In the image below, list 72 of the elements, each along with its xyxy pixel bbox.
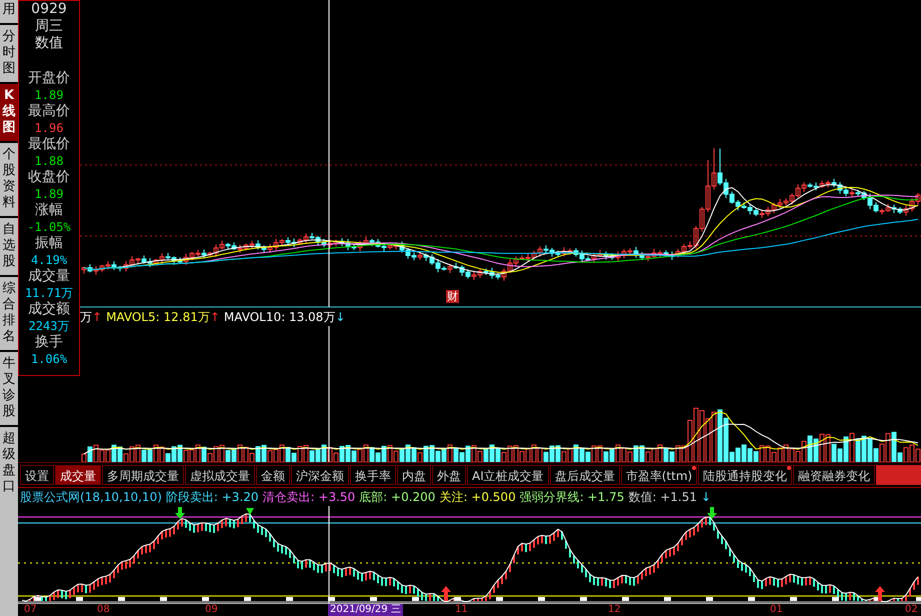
info-value: 11.71万	[24, 285, 74, 301]
info-value: 4.19%	[30, 252, 68, 268]
indicator-value: 清仓卖出: +3.50	[262, 488, 356, 506]
info-value: 1.89	[34, 186, 64, 202]
volume-legend-text: 万	[80, 308, 92, 326]
info-header-text: 周三	[35, 18, 63, 35]
info-label: 涨幅	[35, 202, 63, 219]
date-label: 07	[24, 604, 37, 616]
indicator-value: 底部: +0.200	[359, 488, 436, 506]
indicator-tab[interactable]: 陆股通持股变化	[698, 465, 792, 485]
date-label: 12	[608, 604, 621, 616]
info-label: 振幅	[35, 235, 63, 252]
info-value: 1.89	[34, 87, 64, 103]
indicator-value: 数值: +1.51	[628, 488, 697, 506]
info-label: 成交量	[28, 268, 70, 285]
date-label: 08	[97, 604, 110, 616]
info-label: 换手	[35, 334, 63, 351]
indicator-tab[interactable]: 成交量	[55, 465, 101, 485]
sidebar-tab[interactable]: 综合排名	[0, 277, 18, 350]
trend-arrow: ↑	[210, 310, 220, 324]
date-label: 2021/09/29 三	[328, 604, 403, 616]
date-label: 01	[770, 604, 783, 616]
buy-arrow-icon	[875, 586, 885, 601]
more-tabs-button[interactable]	[876, 465, 921, 485]
sell-arrow-icon	[707, 507, 717, 519]
indicator-title: 股票公式网(18,10,10,10)	[20, 488, 162, 506]
indicator-tab[interactable]: 换手率	[350, 465, 396, 485]
info-value: -1.05%	[27, 219, 71, 235]
date-label: 11	[455, 604, 468, 616]
sell-arrow-icon	[175, 507, 185, 519]
sidebar-tab[interactable]: 牛叉诊股	[0, 352, 18, 425]
trend-arrow: ↑	[92, 310, 102, 324]
indicator-tab[interactable]: 融资融券变化	[793, 465, 876, 485]
sidebar-tab[interactable]: K线图	[0, 84, 18, 141]
info-value: 1.06%	[30, 351, 68, 367]
indicator-tab[interactable]: 市盈率(ttm)	[620, 465, 698, 485]
indicator-tab[interactable]: 金额	[256, 465, 290, 485]
event-marker: 财	[446, 290, 459, 303]
trend-arrow: ↓	[335, 310, 346, 324]
trend-arrow: ↓	[700, 490, 712, 504]
indicator-value: 阶段卖出: +3.20	[166, 488, 259, 506]
info-label: 成交额	[28, 301, 70, 318]
info-label: 最高价	[28, 103, 70, 120]
indicator-tab[interactable]: AI立桩成交量	[467, 465, 549, 485]
sidebar-tab[interactable]: 用	[0, 0, 18, 23]
sidebar-tab[interactable]: 超级盘口	[0, 427, 18, 616]
info-label: 最低价	[28, 136, 70, 153]
triangle-icon	[246, 508, 254, 515]
indicator-tab[interactable]: 盘后成交量	[550, 465, 620, 485]
buy-arrow-icon	[441, 586, 451, 601]
info-label: 开盘价	[28, 70, 70, 87]
info-header-text: 0929	[31, 1, 67, 18]
indicator-tab[interactable]: 沪深金额	[291, 465, 349, 485]
indicator-tab[interactable]: 外盘	[432, 465, 466, 485]
indicator-tab[interactable]: 多周期成交量	[102, 465, 184, 485]
sidebar-tab[interactable]: 分时图	[0, 25, 18, 82]
info-value: 2243万	[28, 318, 70, 334]
sidebar-tab[interactable]: 自选股	[0, 218, 18, 275]
indicator-tab[interactable]: 设置	[20, 465, 54, 485]
indicator-tab[interactable]: 内盘	[397, 465, 431, 485]
sidebar-tab[interactable]: 个股资料	[0, 143, 18, 216]
date-label: 09	[205, 604, 218, 616]
volume-legend-text: MAVOL10: 13.08万	[224, 308, 336, 326]
info-value: 1.96	[34, 120, 64, 136]
date-label: 02	[905, 604, 918, 616]
indicator-value: 强弱分界线: +1.75	[520, 488, 624, 506]
indicator-value: 关注: +0.500	[439, 488, 516, 506]
info-header-text: 数值	[35, 35, 63, 52]
info-label: 收盘价	[28, 169, 70, 186]
indicator-tab[interactable]: 虚拟成交量	[185, 465, 255, 485]
volume-legend-text: MAVOL5: 12.81万	[106, 308, 210, 326]
info-value: 1.88	[34, 153, 64, 169]
